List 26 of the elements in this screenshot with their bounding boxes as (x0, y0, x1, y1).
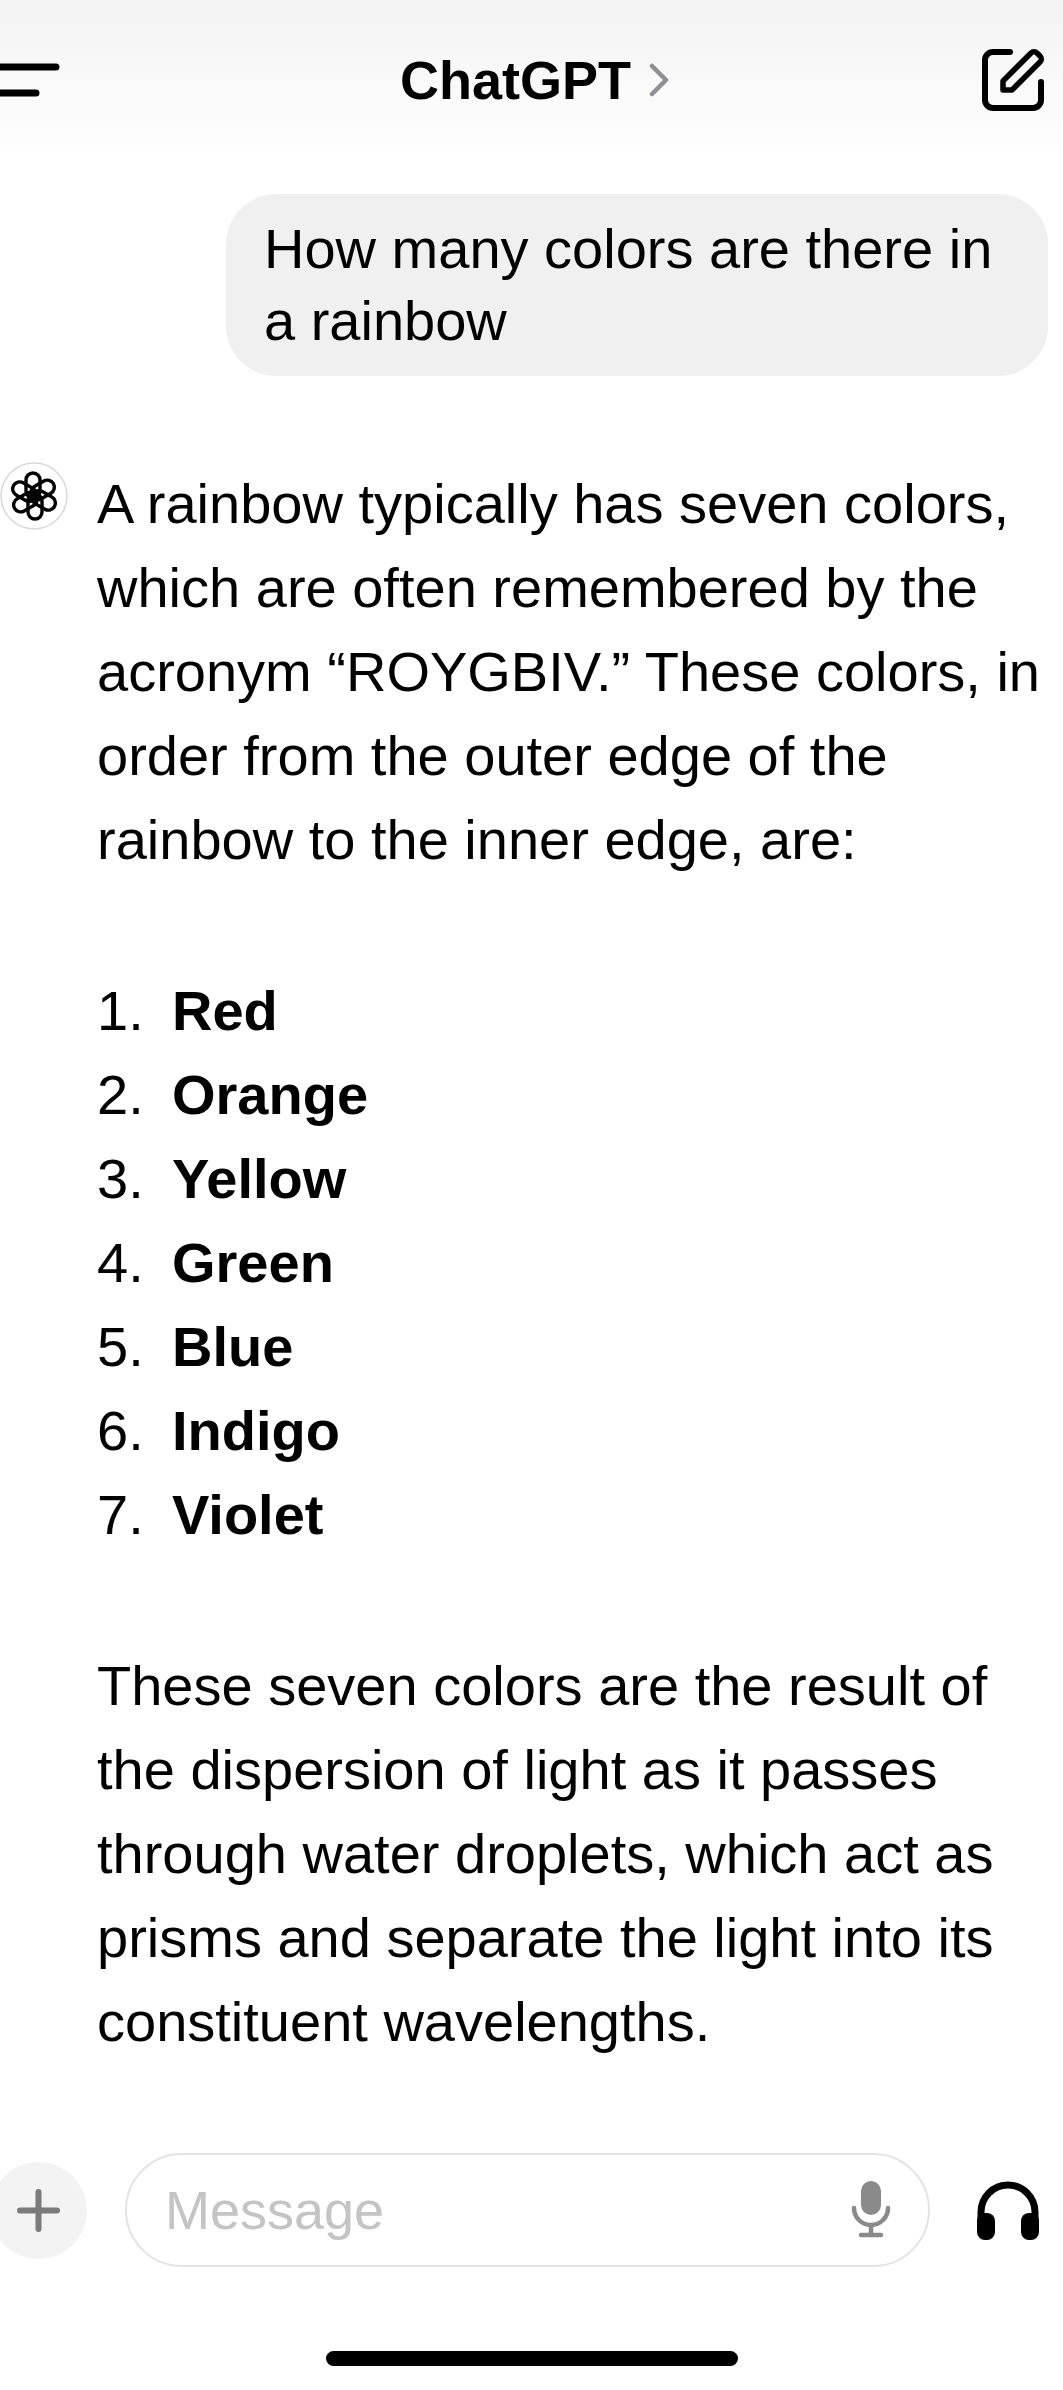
message-field[interactable]: Message (125, 2153, 930, 2267)
list-number: 4. (97, 1230, 145, 1296)
list-number: 2. (97, 1062, 145, 1128)
list-number: 5. (97, 1314, 145, 1380)
list-number: 7. (97, 1482, 145, 1548)
list-item-text: Yellow (172, 1146, 347, 1212)
list-number: 3. (97, 1146, 145, 1212)
list-number: 6. (97, 1398, 145, 1464)
user-message-bubble: How many colors are there in a rainbow (226, 194, 1048, 376)
plus-icon[interactable] (0, 2161, 87, 2259)
menu-icon[interactable] (0, 63, 60, 97)
response-paragraph: A rainbow typically has seven colors, which are often remembered by the acronym “ROYGBIV.” These colors, in order from the outer edge of the rainbow to the inner edge, are: (97, 471, 1041, 873)
chevron-right-icon[interactable] (649, 63, 669, 97)
assistant-logo-icon (0, 462, 68, 530)
list-item-text: Red (172, 978, 278, 1044)
list-number: 1. (97, 978, 145, 1044)
response-paragraph: These seven colors are the result of the dispersion of light as it passes through water droplets, which act as prisms and separate the light into its constituent wavelengths. (97, 1653, 995, 2055)
headphones-icon[interactable] (975, 2179, 1041, 2241)
list-item-text: Violet (172, 1482, 324, 1548)
list-item-text: Green (172, 1230, 334, 1296)
chat-title[interactable]: ChatGPT (400, 53, 631, 107)
edit-icon[interactable] (981, 48, 1045, 112)
list-item-text: Indigo (172, 1398, 340, 1464)
list-item-text: Orange (172, 1062, 369, 1128)
microphone-icon[interactable] (850, 2180, 892, 2238)
list-item-text: Blue (172, 1314, 294, 1380)
